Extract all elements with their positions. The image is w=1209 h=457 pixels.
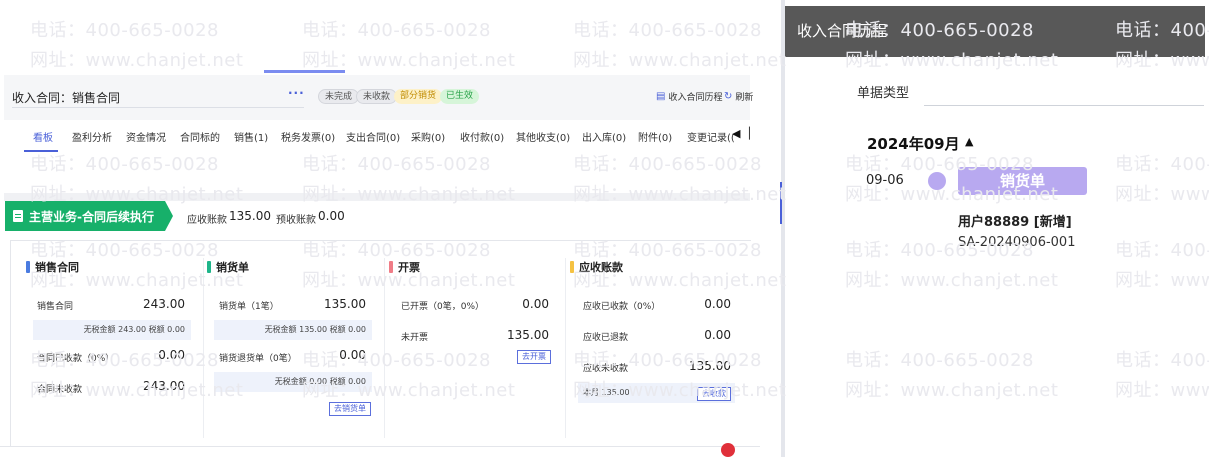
contract-received-value: 0.00 [158, 348, 185, 362]
page-title: 收入合同：销售合同 [12, 91, 121, 105]
contract-unreceived-label: 合同未收款 [37, 385, 83, 395]
delivery-tax-note: 无税金额 135.00 税额 0.00 [214, 320, 372, 340]
status-tag-unpaid: 未收款 [356, 89, 398, 104]
card-title-sales-contract: 销售合同 [26, 259, 79, 275]
contract-tax-note: 无税金额 243.00 税额 0.00 [33, 320, 191, 340]
document-icon: ▤ [656, 91, 666, 102]
status-tag-incomplete: 未完成 [318, 89, 360, 104]
column-divider [203, 258, 204, 438]
refresh-button[interactable]: ↻ 刷新 [724, 90, 753, 103]
tab-sales[interactable]: 销售(1) [234, 129, 268, 144]
contract-history-label: 收入合同历程 [668, 93, 723, 103]
receivable-refunded-value: 0.00 [704, 328, 731, 342]
contract-received-label: 合同已收款（0%） [37, 354, 115, 364]
timeline-dot-icon [928, 172, 946, 190]
tab-scroll-left-icon[interactable]: ◀ [732, 127, 740, 140]
card-title-text: 销售合同 [35, 261, 79, 274]
invoiced-value: 0.00 [522, 297, 549, 311]
contract-history-link[interactable]: ▤ 收入合同历程 [656, 90, 722, 103]
more-options-icon[interactable]: ··· [288, 86, 305, 100]
receivable-received-label: 应收已收款（0%） [583, 302, 661, 312]
status-tag-partial-delivery: 部分销货 [394, 89, 443, 104]
card-title-text: 开票 [398, 261, 420, 274]
tab-profit-analysis[interactable]: 盈利分析 [72, 129, 112, 144]
receivable-label: 应收账款 [187, 215, 227, 226]
receivable-value: 135.00 [229, 209, 271, 223]
section-separator [4, 193, 750, 201]
contract-unreceived-value: 243.00 [143, 379, 185, 393]
history-panel-title: 收入合同历程 [785, 6, 1205, 57]
timeline-entry-code[interactable]: SA-20240906-001 [958, 235, 1075, 250]
status-tag-effective: 已生效 [440, 89, 480, 104]
tab-purchases[interactable]: 采购(0) [411, 129, 445, 144]
contract-history-panel: 收入合同历程 单据类型 2024年09月 ▲ 09-06 销货单 用户88889… [785, 0, 1209, 457]
timeline-entry-type-button[interactable]: 销货单 [958, 167, 1087, 195]
tab-expense-contracts[interactable]: 支出合同(0) [346, 129, 400, 144]
document-type-input[interactable] [924, 105, 1204, 106]
contract-amount-value: 243.00 [143, 297, 185, 311]
contract-detail-pane: 收入合同：销售合同 ··· 未完成 未收款 部分销货 已生效 ▤ 收入合同历程 … [0, 0, 781, 457]
active-tab-underline [24, 150, 58, 152]
refresh-label: 刷新 [735, 93, 754, 103]
go-delivery-button[interactable]: 去销货单 [329, 402, 371, 416]
cards-container [10, 240, 751, 447]
main-business-label: 主营业务-合同后续执行 [5, 201, 173, 231]
tab-dashboard[interactable]: 看板 [33, 129, 53, 144]
delivery-amount-value: 135.00 [324, 297, 366, 311]
timeline-entry-date: 09-06 [866, 173, 904, 188]
scroll-indicator [264, 70, 345, 73]
main-business-text: 主营业务-合同后续执行 [29, 209, 154, 224]
timeline-month[interactable]: 2024年09月 [867, 133, 960, 154]
card-title-receivable: 应收账款 [570, 259, 623, 275]
tab-payments[interactable]: 收付款(0) [460, 129, 504, 144]
card-color-bar [389, 261, 393, 273]
delivery-return-label: 销货退货单（0笔） [219, 354, 297, 364]
go-collect-button[interactable]: 去收款 [697, 387, 731, 401]
tab-funds[interactable]: 资金情况 [126, 129, 166, 144]
timeline-entry-user: 用户88889 [新增] [958, 215, 1072, 230]
card-title-delivery: 销货单 [207, 259, 249, 275]
document-icon [13, 210, 23, 222]
card-color-bar [26, 261, 30, 273]
collapse-up-icon[interactable]: ▲ [965, 135, 973, 148]
uninvoiced-value: 135.00 [507, 328, 549, 342]
uninvoiced-label: 未开票 [401, 333, 429, 343]
bottom-border [0, 446, 760, 447]
tab-stock-movements[interactable]: 出入库(0) [582, 129, 626, 144]
delivery-return-tax-note: 无税金额 0.00 税额 0.00 [214, 372, 372, 392]
receivable-received-value: 0.00 [704, 297, 731, 311]
card-title-text: 销货单 [216, 261, 249, 274]
prepaid-label: 预收账款 [276, 215, 316, 226]
receivable-unreceived-label: 应收未收款 [583, 364, 629, 374]
prepaid-value: 0.00 [318, 209, 345, 223]
card-color-bar [207, 261, 211, 273]
tab-change-log[interactable]: 变更记录(( [687, 129, 735, 144]
notification-badge[interactable] [721, 443, 735, 457]
tab-attachments[interactable]: 附件(0) [638, 129, 672, 144]
contract-amount-label: 销售合同 [37, 302, 74, 312]
receivable-month-label: 本月 135.00 [583, 388, 630, 397]
tab-other-income-expense[interactable]: 其他收支(0) [516, 129, 570, 144]
receivable-refunded-label: 应收已退款 [583, 333, 629, 343]
invoiced-label: 已开票（0笔，0%） [401, 302, 485, 312]
go-invoice-button[interactable]: 去开票 [517, 350, 551, 364]
refresh-icon: ↻ [724, 91, 733, 102]
card-title-text: 应收账款 [579, 261, 623, 274]
card-title-invoice: 开票 [389, 259, 420, 275]
delivery-return-value: 0.00 [339, 348, 366, 362]
card-color-bar [570, 261, 574, 273]
title-underline [12, 107, 304, 108]
tab-scroll-right-icon[interactable]: │ [746, 127, 753, 140]
panel-resize-handle[interactable] [780, 182, 782, 224]
column-divider [384, 258, 385, 438]
tab-contract-items[interactable]: 合同标的 [180, 129, 220, 144]
column-divider [565, 258, 566, 438]
tab-tax-invoices[interactable]: 税务发票(0) [281, 129, 335, 144]
delivery-amount-label: 销货单（1笔） [219, 302, 279, 312]
receivable-unreceived-value: 135.00 [689, 359, 731, 373]
document-type-label: 单据类型 [857, 86, 910, 101]
